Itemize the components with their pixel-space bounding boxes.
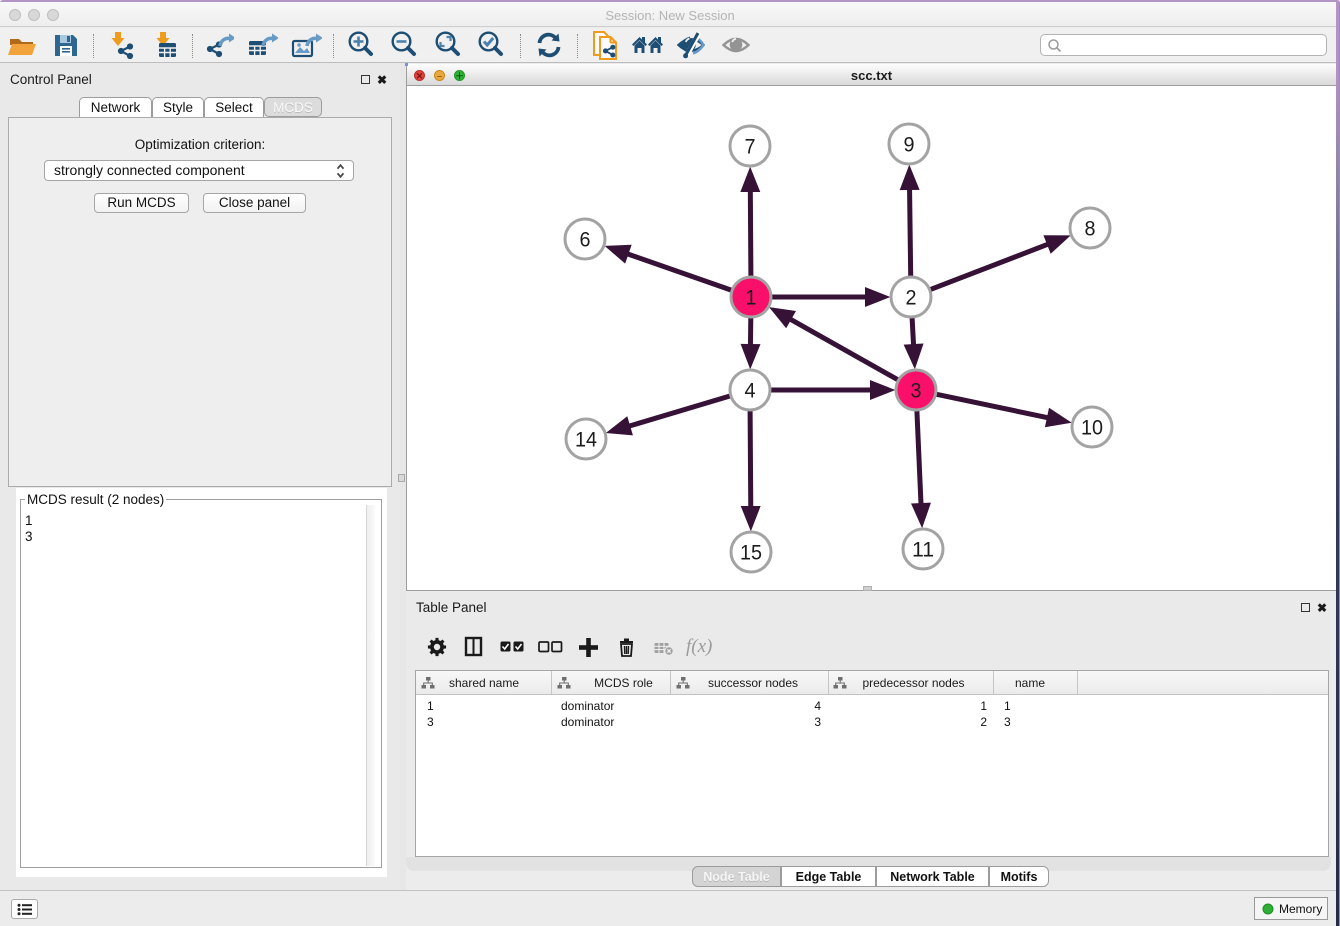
svg-text:15: 15 (740, 542, 762, 565)
svg-text:9: 9 (904, 134, 915, 157)
svg-text:6: 6 (580, 229, 591, 252)
svg-text:10: 10 (1081, 417, 1103, 440)
svg-text:2: 2 (906, 287, 917, 310)
svg-text:7: 7 (745, 136, 756, 159)
svg-text:11: 11 (912, 539, 934, 562)
svg-text:14: 14 (575, 429, 597, 452)
svg-text:3: 3 (911, 380, 922, 403)
svg-text:4: 4 (745, 380, 756, 403)
svg-text:8: 8 (1085, 218, 1096, 241)
svg-text:1: 1 (746, 287, 757, 310)
